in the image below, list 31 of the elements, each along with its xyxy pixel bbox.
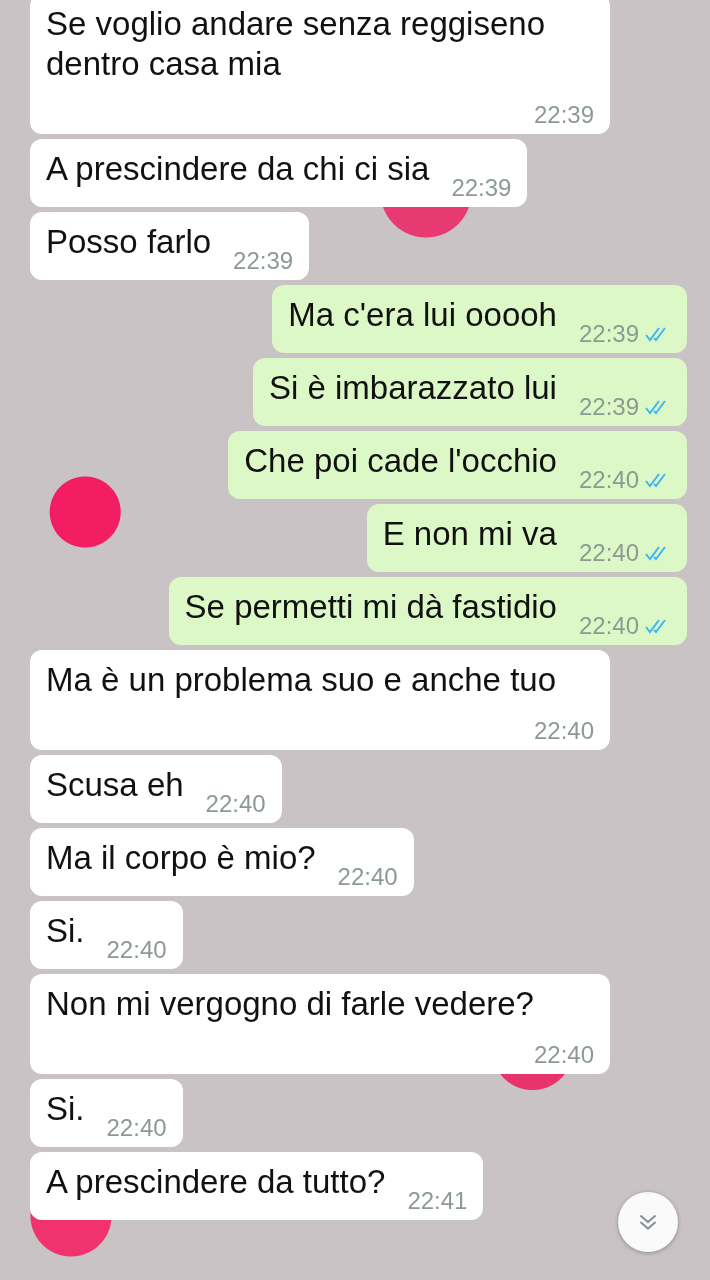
message-text: Non mi vergogno di farle vedere?: [46, 984, 534, 1024]
message-text: Si.: [46, 911, 85, 951]
message-text: A prescindere da tutto?: [46, 1162, 386, 1202]
message-time: 22:40: [337, 864, 398, 890]
message-text: Ma il corpo è mio?: [46, 838, 316, 878]
message-time: 22:40: [578, 467, 639, 493]
message-text: Ma è un problema suo e anche tuo: [46, 660, 556, 700]
message-time: 22:40: [533, 1042, 594, 1068]
message-text: Ma c'era lui ooooh: [288, 295, 557, 335]
message-time: 22:40: [578, 613, 639, 639]
message-text: Scusa eh: [46, 765, 184, 805]
message-text: Si.: [46, 1089, 85, 1129]
message-text: E non mi va: [382, 514, 557, 554]
scroll-down-button[interactable]: [618, 1192, 678, 1252]
message-time: 22:40: [205, 791, 266, 817]
message-text: A prescindere da chi ci sia: [46, 149, 430, 189]
message-time: 22:40: [578, 540, 639, 566]
message-time: 22:41: [407, 1188, 468, 1214]
message-time: 22:39: [578, 321, 639, 347]
message-time: 22:39: [233, 248, 294, 274]
message-text: Se permetti mi dà fastidio: [184, 587, 557, 627]
message-text: Posso farlo: [46, 222, 212, 262]
message-time: 22:40: [106, 937, 167, 963]
message-time: 22:39: [578, 394, 639, 420]
message-text: Se voglio andare senza reggiseno dentro casa mia: [46, 4, 546, 84]
message-time: 22:39: [533, 102, 594, 128]
message-time: 22:39: [451, 175, 512, 201]
message-time: 22:40: [106, 1115, 167, 1141]
message-time: 22:40: [533, 718, 594, 744]
message-text: Che poi cade l'occhio: [244, 441, 557, 481]
message-text: Si è imbarazzato lui: [268, 368, 557, 408]
